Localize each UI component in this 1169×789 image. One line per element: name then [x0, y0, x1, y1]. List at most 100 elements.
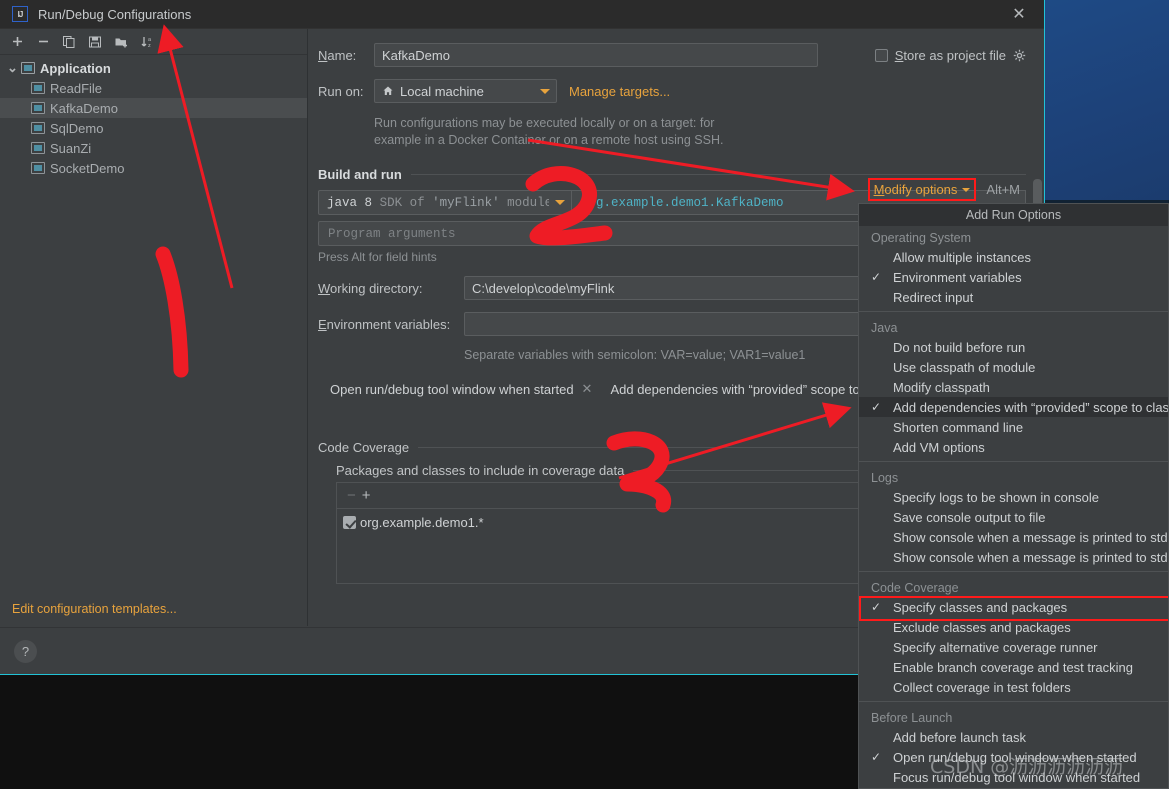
- popup-item-do-not-build-before-run[interactable]: Do not build before run: [859, 337, 1168, 357]
- chevron-down-icon: [962, 187, 971, 192]
- working-directory-label: Working directory:: [318, 280, 423, 296]
- popup-item-add-before-launch-task[interactable]: Add before launch task: [859, 727, 1168, 747]
- popup-item-modify-classpath[interactable]: Modify classpath: [859, 377, 1168, 397]
- popup-item-label: Exclude classes and packages: [893, 619, 1071, 635]
- check-icon: ✓: [871, 270, 882, 284]
- popup-item-enable-branch-coverage[interactable]: Enable branch coverage and test tracking: [859, 657, 1168, 677]
- popup-item-add-vm-options[interactable]: Add VM options: [859, 437, 1168, 457]
- popup-item-label: Environment variables: [893, 269, 1022, 285]
- run-on-label: Run on:: [318, 83, 364, 99]
- jre-combobox[interactable]: java 8 SDK of 'myFlink' module: [318, 190, 572, 215]
- popup-divider: [859, 311, 1168, 312]
- sort-alphabetically-icon[interactable]: az: [135, 31, 159, 53]
- add-configuration-button[interactable]: [5, 31, 29, 53]
- tree-item-label: KafkaDemo: [50, 100, 118, 116]
- popup-item-show-console-stdout[interactable]: Show console when a message is printed t…: [859, 527, 1168, 547]
- tree-group-label: Application: [40, 60, 111, 76]
- save-configuration-icon[interactable]: [83, 31, 107, 53]
- chevron-down-icon[interactable]: [534, 80, 556, 102]
- remove-configuration-button[interactable]: [31, 31, 55, 53]
- manage-targets-link[interactable]: Manage targets...: [569, 84, 670, 99]
- popup-item-specify-classes-and-packages[interactable]: ✓ Specify classes and packages: [859, 597, 1168, 617]
- popup-group-label-before-launch: Before Launch: [871, 711, 953, 725]
- modify-options-row: Modify options Alt+M: [867, 178, 1020, 201]
- popup-divider: [859, 461, 1168, 462]
- configuration-icon: [31, 82, 45, 94]
- tree-item-sqldemo[interactable]: SqlDemo: [0, 118, 307, 138]
- popup-item-shorten-command-line[interactable]: Shorten command line: [859, 417, 1168, 437]
- popup-item-label: Redirect input: [893, 289, 974, 305]
- popup-item-label: Add VM options: [893, 439, 985, 455]
- add-run-options-popup: Add Run Options Operating System Allow m…: [858, 203, 1169, 789]
- popup-item-label: Save console output to file: [893, 509, 1046, 525]
- store-as-project-file-row[interactable]: Store as project file: [874, 48, 1026, 63]
- tree-item-suanzi[interactable]: SuanZi: [0, 138, 307, 158]
- popup-item-show-console-stderr[interactable]: Show console when a message is printed t…: [859, 547, 1168, 567]
- chevron-down-icon[interactable]: ⌄: [6, 60, 19, 75]
- popup-item-exclude-classes-and-packages[interactable]: Exclude classes and packages: [859, 617, 1168, 637]
- modify-options-button[interactable]: Modify options: [867, 178, 977, 201]
- popup-item-label: Modify classpath: [893, 379, 990, 395]
- new-folder-icon[interactable]: [109, 31, 133, 53]
- popup-item-label: Allow multiple instances: [893, 249, 1032, 265]
- desktop-background: [1045, 0, 1169, 200]
- popup-item-specify-logs[interactable]: Specify logs to be shown in console: [859, 487, 1168, 507]
- chip-label: Open run/debug tool window when started: [330, 381, 574, 397]
- name-input[interactable]: KafkaDemo: [374, 43, 818, 67]
- checkbox-icon[interactable]: [343, 516, 356, 529]
- checkbox-icon[interactable]: [874, 49, 888, 62]
- close-icon[interactable]: ✕: [1008, 3, 1030, 25]
- chip-open-run-debug-tool-window[interactable]: Open run/debug tool window when started …: [318, 378, 598, 400]
- popup-item-label: Enable branch coverage and test tracking: [893, 659, 1133, 675]
- run-on-hint-line-1: Run configurations may be executed local…: [374, 116, 715, 130]
- popup-group-label-code-coverage: Code Coverage: [871, 581, 959, 595]
- popup-item-label: Specify logs to be shown in console: [893, 489, 1099, 505]
- run-on-value: Local machine: [400, 83, 484, 99]
- tree-item-kafkademo[interactable]: KafkaDemo: [0, 98, 307, 118]
- configurations-sidebar: az ⌄ Application ReadFile KafkaDemo SqlD…: [0, 29, 308, 626]
- tree-group-application[interactable]: ⌄ Application: [0, 58, 307, 78]
- popup-item-specify-alternative-coverage-runner[interactable]: Specify alternative coverage runner: [859, 637, 1168, 657]
- check-icon: ✓: [871, 400, 882, 414]
- check-icon: ✓: [871, 750, 882, 764]
- chevron-down-icon[interactable]: [549, 191, 571, 214]
- close-icon[interactable]: ✕: [582, 381, 593, 397]
- application-group-icon: [21, 62, 35, 74]
- popup-item-label: Show console when a message is printed t…: [893, 549, 1169, 565]
- modify-options-shortcut: Alt+M: [986, 182, 1020, 197]
- popup-item-label: Use classpath of module: [893, 359, 1036, 375]
- run-on-hint-line-2: example in a Docker Container or on a re…: [374, 133, 724, 147]
- help-button[interactable]: ?: [14, 639, 37, 663]
- gear-icon[interactable]: [1013, 49, 1026, 62]
- tree-item-readfile[interactable]: ReadFile: [0, 78, 307, 98]
- popup-item-add-provided-dependencies[interactable]: ✓ Add dependencies with “provided” scope…: [859, 397, 1168, 417]
- name-label: Name:: [318, 47, 357, 63]
- coverage-item-label: org.example.demo1.*: [360, 515, 484, 530]
- dialog-titlebar: IJ Run/Debug Configurations ✕: [0, 0, 1044, 29]
- environment-variables-label: Environment variables:: [318, 316, 451, 332]
- popup-item-use-classpath-of-module[interactable]: Use classpath of module: [859, 357, 1168, 377]
- run-on-row: Run on: Local machine Manage targets...: [318, 79, 1026, 103]
- popup-item-collect-coverage-in-test-folders[interactable]: Collect coverage in test folders: [859, 677, 1168, 697]
- popup-group-label-logs: Logs: [871, 471, 899, 485]
- svg-text:z: z: [148, 43, 151, 49]
- tree-item-label: ReadFile: [50, 80, 103, 96]
- popup-title: Add Run Options: [859, 204, 1168, 226]
- popup-divider: [859, 701, 1168, 702]
- configuration-icon: [31, 162, 45, 174]
- minus-icon[interactable]: −: [347, 487, 356, 504]
- copy-configuration-icon[interactable]: [57, 31, 81, 53]
- popup-item-environment-variables[interactable]: ✓ Environment variables: [859, 267, 1168, 287]
- tree-item-label: SocketDemo: [50, 160, 125, 176]
- popup-item-redirect-input[interactable]: Redirect input: [859, 287, 1168, 307]
- run-on-hint: Run configurations may be executed local…: [374, 115, 1026, 149]
- popup-item-allow-multiple-instances[interactable]: Allow multiple instances: [859, 247, 1168, 267]
- intellij-idea-logo-icon: IJ: [12, 6, 28, 22]
- run-on-combobox[interactable]: Local machine: [374, 79, 557, 103]
- modify-options-label: Modify options: [873, 182, 958, 197]
- edit-configuration-templates-link[interactable]: Edit configuration templates...: [12, 602, 177, 616]
- tree-item-socketdemo[interactable]: SocketDemo: [0, 158, 307, 178]
- popup-item-save-console-output[interactable]: Save console output to file: [859, 507, 1168, 527]
- plus-with-dropdown-icon[interactable]: +: [362, 487, 371, 504]
- popup-item-label: Specify alternative coverage runner: [893, 639, 1098, 655]
